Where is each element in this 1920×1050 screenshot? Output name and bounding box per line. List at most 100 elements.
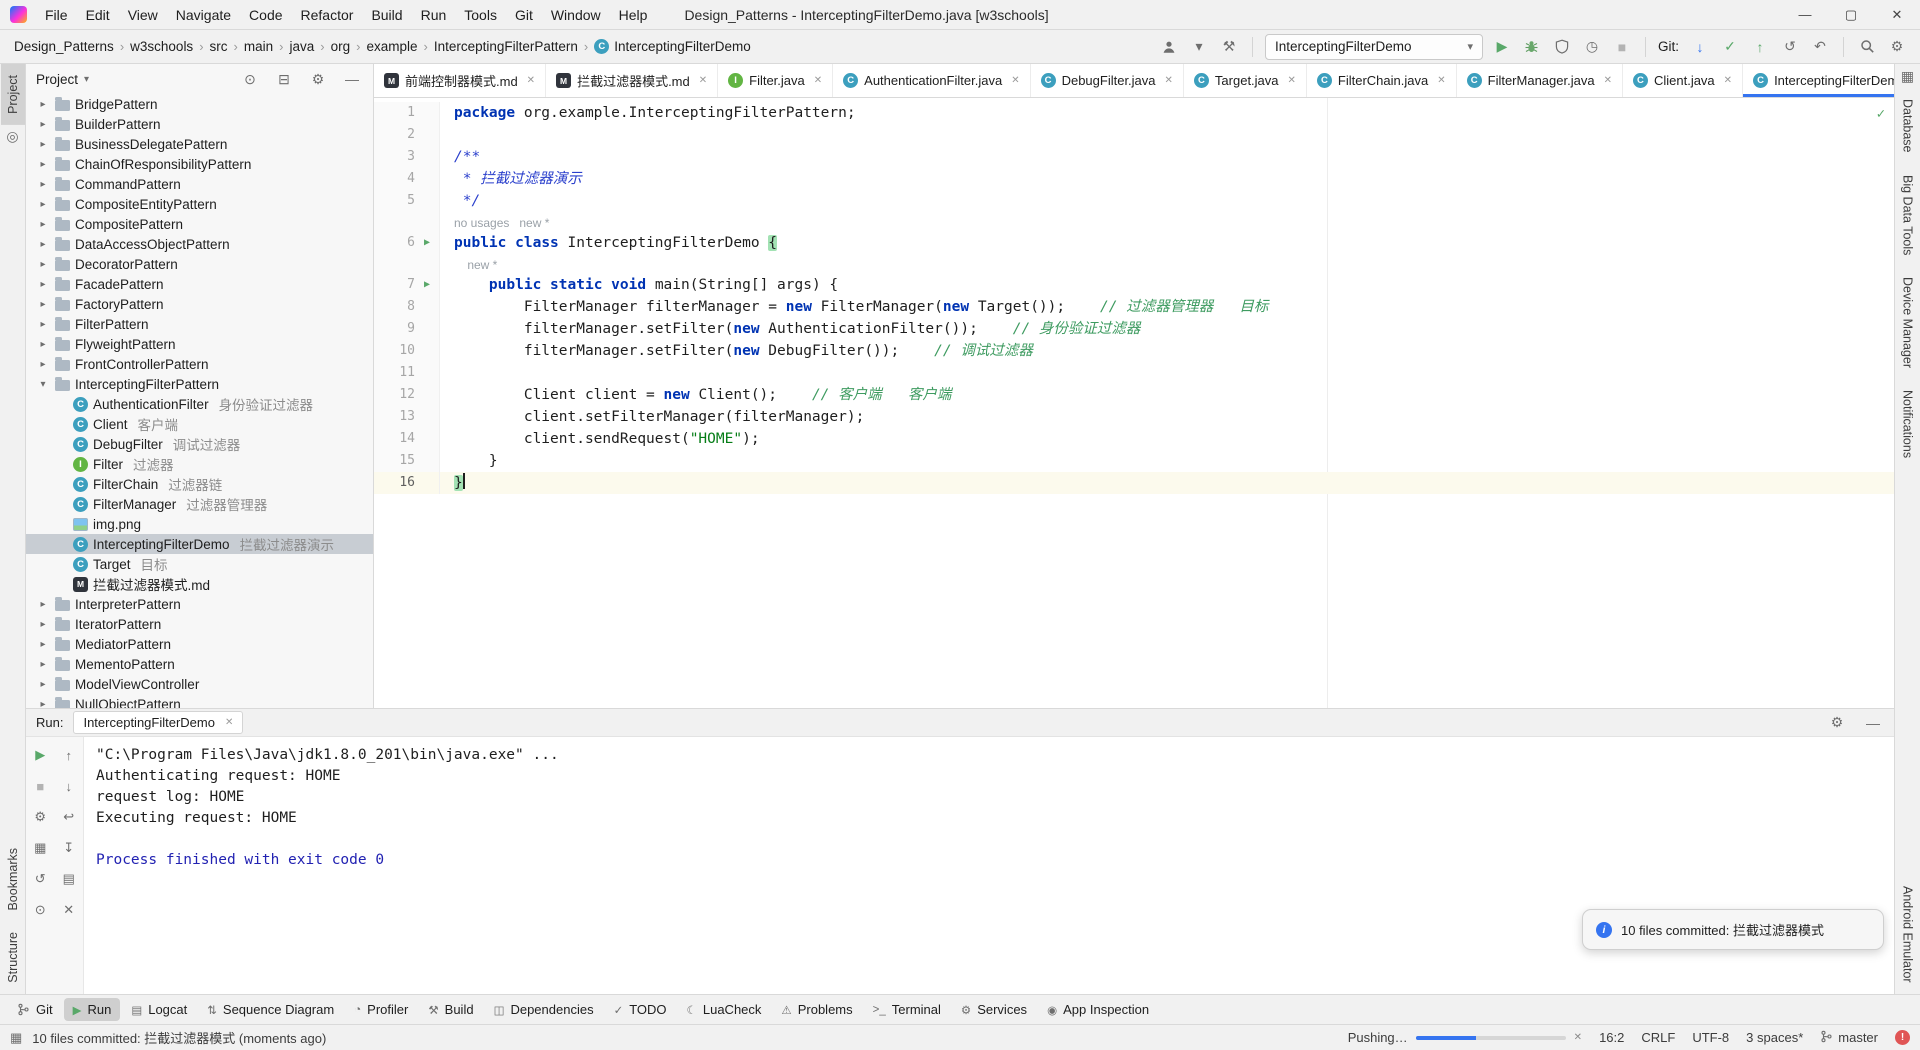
tree-item[interactable]: ▾ InterceptingFilterPattern	[26, 374, 373, 394]
chevron-right-icon[interactable]: ▸	[36, 239, 50, 250]
edit-configuration-icon[interactable]: ⚙	[30, 807, 50, 827]
chevron-right-icon[interactable]: ▸	[36, 219, 50, 230]
chevron-right-icon[interactable]: ▸	[36, 159, 50, 170]
history-icon[interactable]: ↺	[30, 869, 50, 889]
menu-refactor[interactable]: Refactor	[292, 0, 363, 30]
close-tab-icon[interactable]: ✕	[814, 75, 822, 86]
status-widget-crlf[interactable]: CRLF	[1641, 1030, 1675, 1045]
breadcrumb-item[interactable]: src	[208, 39, 230, 54]
gutter[interactable]: 4	[374, 168, 440, 190]
tree-item[interactable]: ▸ FactoryPattern	[26, 294, 373, 314]
chevron-right-icon[interactable]: ▸	[36, 99, 50, 110]
restore-layout-icon[interactable]: ▦	[30, 838, 50, 858]
tool-stripe-android-emulator[interactable]: Android Emulator	[1896, 875, 1920, 994]
tree-item[interactable]: ▸ DataAccessObjectPattern	[26, 234, 373, 254]
tool-stripe-notifications[interactable]: Notifications	[1896, 379, 1920, 469]
tool-window-button-dependencies[interactable]: ◫ Dependencies	[485, 998, 603, 1021]
chevron-down-icon[interactable]: ▾	[36, 379, 50, 390]
close-icon[interactable]: ✕	[225, 717, 233, 728]
tool-window-button-sequence-diagram[interactable]: ⇅ Sequence Diagram	[198, 998, 343, 1021]
tool-stripe-structure[interactable]: Structure	[1, 921, 25, 994]
update-project-icon[interactable]: ↓	[1689, 35, 1711, 59]
menu-tools[interactable]: Tools	[455, 0, 506, 30]
chevron-right-icon[interactable]: ▸	[36, 199, 50, 210]
notification-balloon[interactable]: i 10 files committed: 拦截过滤器模式	[1582, 909, 1884, 950]
menu-build[interactable]: Build	[362, 0, 411, 30]
editor-tab[interactable]: M 前端控制器模式.md ✕	[374, 64, 547, 97]
project-view-selector[interactable]: Project	[36, 72, 78, 87]
close-tab-icon[interactable]: ✕	[527, 75, 535, 86]
status-widget-master[interactable]: master	[1820, 1030, 1878, 1046]
rollback-icon[interactable]: ↶	[1809, 35, 1831, 59]
breadcrumb-item[interactable]: InterceptingFilterPattern	[432, 39, 580, 54]
tree-item[interactable]: ▸ FacadePattern	[26, 274, 373, 294]
pin-icon[interactable]: ⊙	[30, 900, 50, 920]
stop-icon[interactable]: ■	[30, 776, 50, 796]
stop-button[interactable]: ■	[1611, 35, 1633, 59]
tool-window-button-services[interactable]: ⚙ Services	[952, 998, 1036, 1021]
settings-icon[interactable]: ⚙	[1826, 711, 1848, 735]
inlay-hint[interactable]: no usages new *	[440, 212, 549, 232]
tree-item[interactable]: ▸ CompositePattern	[26, 214, 373, 234]
scroll-to-end-icon[interactable]: ↧	[59, 838, 79, 858]
editor-tab[interactable]: I Filter.java ✕	[718, 64, 834, 97]
menu-git[interactable]: Git	[506, 0, 542, 30]
push-icon[interactable]: ↑	[1749, 35, 1771, 59]
close-tab-icon[interactable]: ✕	[699, 75, 707, 86]
breadcrumb-item[interactable]: main	[242, 39, 275, 54]
editor-tab[interactable]: M 拦截过滤器模式.md ✕	[546, 64, 719, 97]
code-editor[interactable]: ✓ 1 package org.example.InterceptingFilte…	[374, 98, 1894, 708]
gutter[interactable]: 12	[374, 384, 440, 406]
project-tree[interactable]: ▸ BridgePattern ▸ BuilderPattern ▸ BusinessDe…	[26, 94, 373, 708]
tool-stripe-big-data-tools[interactable]: Big Data Tools	[1896, 164, 1920, 266]
chevron-right-icon[interactable]: ▸	[36, 599, 50, 610]
minimize-button[interactable]: —	[1782, 0, 1828, 29]
chevron-right-icon[interactable]: ▸	[36, 319, 50, 330]
gutter[interactable]: 5	[374, 190, 440, 212]
tool-window-button-git[interactable]: Git	[8, 998, 62, 1021]
inlay-hint[interactable]: new *	[440, 254, 497, 274]
status-widget-3-spaces-[interactable]: 3 spaces*	[1746, 1030, 1803, 1045]
editor-tab[interactable]: C AuthenticationFilter.java ✕	[833, 64, 1031, 97]
breadcrumb-item[interactable]: java	[287, 39, 316, 54]
gutter[interactable]: 10	[374, 340, 440, 362]
status-message[interactable]: 10 files committed: 拦截过滤器模式 (moments ago…	[32, 1028, 326, 1047]
editor-tab[interactable]: CInterceptingFilterDemo.java✕	[1743, 64, 1894, 97]
search-icon[interactable]	[1856, 35, 1878, 59]
maximize-button[interactable]: ▢	[1828, 0, 1874, 29]
hide-panel-icon[interactable]: —	[1862, 711, 1884, 735]
tree-item[interactable]: ▸ MediatorPattern	[26, 634, 373, 654]
status-widget-16-2[interactable]: 16:2	[1599, 1030, 1624, 1045]
breadcrumb-item[interactable]: Design_Patterns	[12, 39, 116, 54]
chevron-right-icon[interactable]: ▸	[36, 139, 50, 150]
chevron-down-icon[interactable]: ▾	[84, 74, 89, 85]
tree-item[interactable]: ▸ BusinessDelegatePattern	[26, 134, 373, 154]
coverage-button[interactable]	[1551, 35, 1573, 59]
tool-stripe-device-manager[interactable]: Device Manager	[1896, 266, 1920, 379]
tree-item[interactable]: C FilterManager 过滤器管理器	[26, 494, 373, 514]
menu-view[interactable]: View	[119, 0, 167, 30]
build-tool-icon[interactable]: ▦	[1897, 64, 1919, 88]
chevron-right-icon[interactable]: ▸	[36, 699, 50, 709]
chevron-right-icon[interactable]: ▸	[36, 119, 50, 130]
tool-window-button-logcat[interactable]: ▤ Logcat	[122, 998, 196, 1021]
hide-panel-icon[interactable]: —	[341, 67, 363, 91]
settings-icon[interactable]: ⚙	[307, 67, 329, 91]
tree-item[interactable]: ▸ FilterPattern	[26, 314, 373, 334]
menu-run[interactable]: Run	[412, 0, 456, 30]
tree-item[interactable]: ▸ InterpreterPattern	[26, 594, 373, 614]
tool-window-button-build[interactable]: ⚒ Build	[419, 998, 482, 1021]
breadcrumb-item[interactable]: example	[364, 39, 419, 54]
close-tab-icon[interactable]: ✕	[1724, 75, 1732, 86]
breadcrumb-item[interactable]: C InterceptingFilterDemo	[592, 39, 753, 54]
tree-item[interactable]: ▸ FrontControllerPattern	[26, 354, 373, 374]
down-stack-trace-icon[interactable]: ↓	[59, 776, 79, 796]
editor-tab[interactable]: C FilterManager.java ✕	[1457, 64, 1623, 97]
tool-stripe-bookmarks[interactable]: Bookmarks	[1, 837, 25, 922]
chevron-right-icon[interactable]: ▸	[36, 659, 50, 670]
gutter[interactable]: 11	[374, 362, 440, 384]
tree-item[interactable]: img.png	[26, 514, 373, 534]
chevron-right-icon[interactable]: ▸	[36, 639, 50, 650]
chevron-right-icon[interactable]: ▸	[36, 679, 50, 690]
tool-window-button-luacheck[interactable]: ☾ LuaCheck	[678, 998, 771, 1021]
